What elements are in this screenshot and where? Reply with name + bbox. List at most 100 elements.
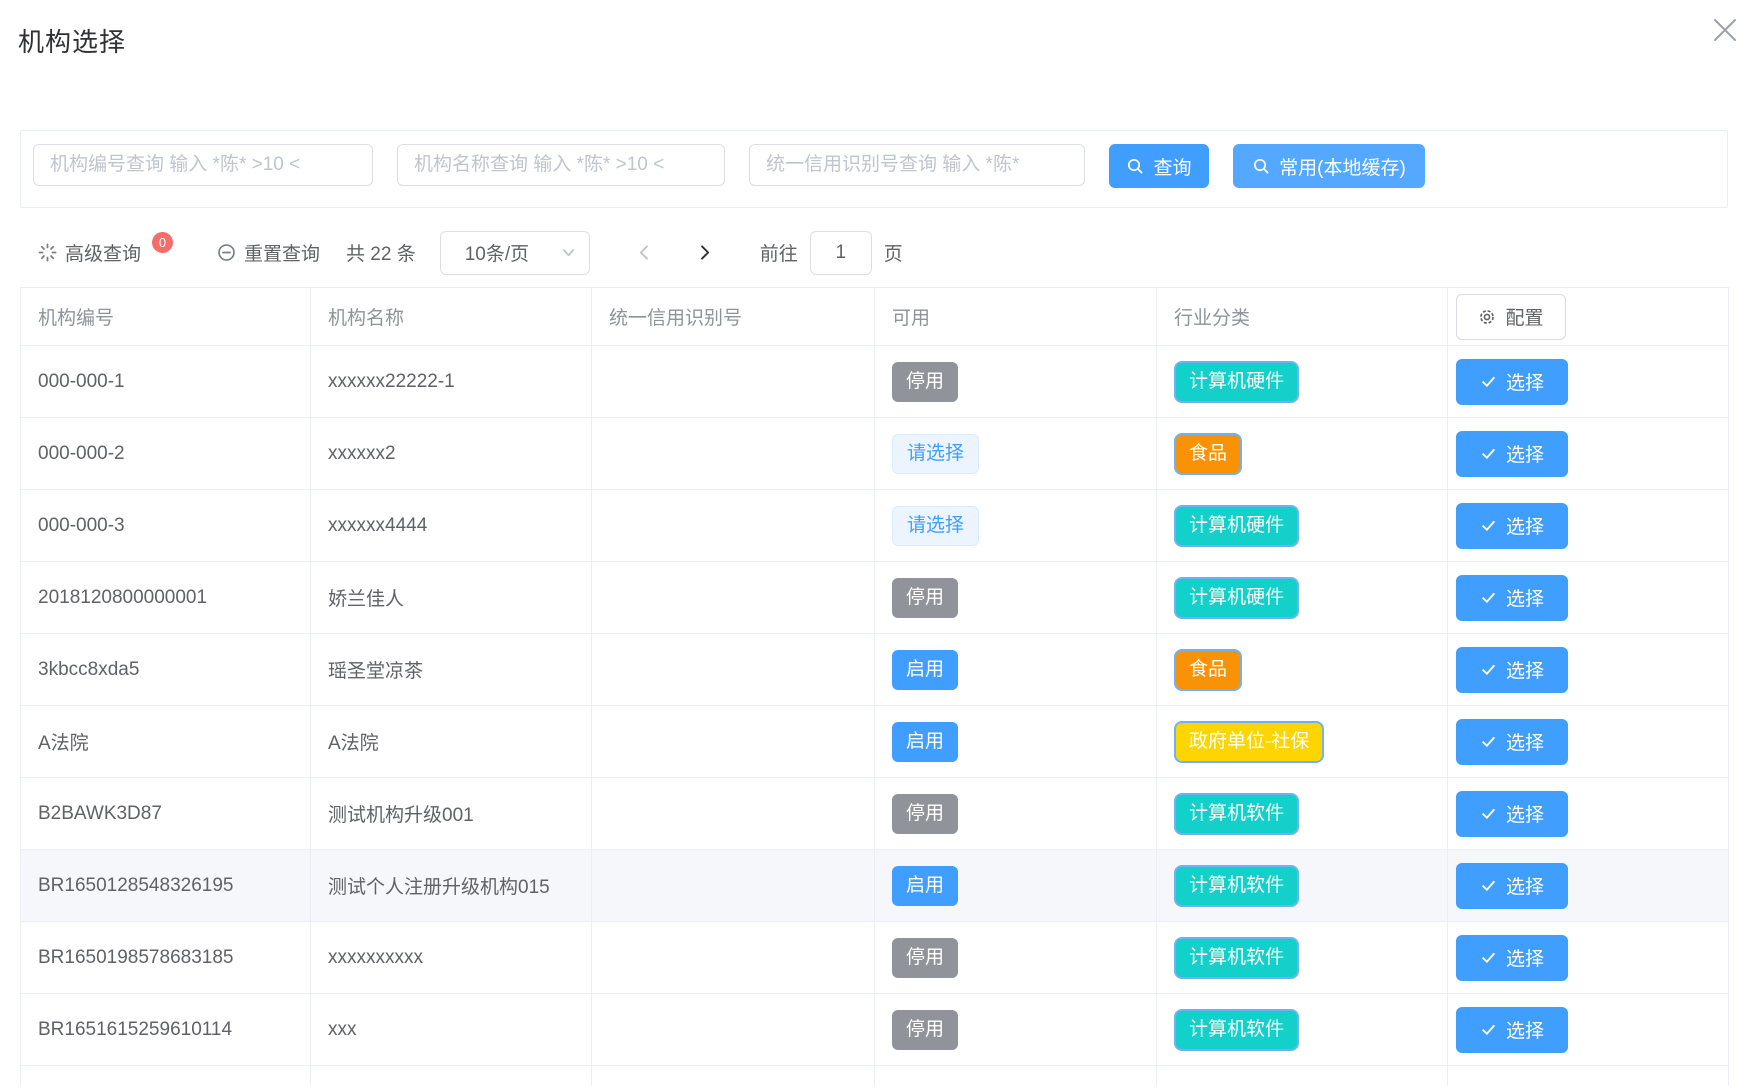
table-row: B2BAWK3D87 测试机构升级001 停用 计算机软件 选择 <box>21 778 1729 850</box>
goto-page-input[interactable] <box>810 231 872 275</box>
credit-id-cell <box>592 490 875 562</box>
industry-tag[interactable]: 计算机硬件 <box>1174 577 1299 619</box>
table-row: BR1651615259610114 xxx 停用 计算机软件 选择 <box>21 994 1729 1066</box>
select-button-label: 选择 <box>1506 368 1544 395</box>
table-row: 2018120800000001 娇兰佳人 停用 计算机硬件 选择 <box>21 562 1729 634</box>
table-row: BR1650198578683185 xxxxxxxxxx 停用 计算机软件 选… <box>21 922 1729 994</box>
org-name-cell: 娇兰佳人 <box>311 562 592 634</box>
org-name-cell: 测试个人注册升级机构015 <box>311 850 592 922</box>
credit-id-cell <box>592 922 875 994</box>
table-row: 000-000-3 xxxxxx4444 请选择 计算机硬件 选择 <box>21 490 1729 562</box>
credit-id-cell <box>592 346 875 418</box>
industry-tag[interactable]: 计算机软件 <box>1174 793 1299 835</box>
check-icon <box>1480 733 1497 750</box>
org-name-cell: xxxxxx2 <box>311 418 592 490</box>
credit-id-cell <box>592 994 875 1066</box>
chevron-left-icon <box>636 244 653 261</box>
page-size-value: 10条/页 <box>465 239 529 266</box>
table-header-row: 机构编号 机构名称 统一信用识别号 可用 行业分类 配置 <box>21 288 1729 346</box>
org-code-input[interactable] <box>33 144 373 186</box>
header-credit-id: 统一信用识别号 <box>592 288 875 346</box>
credit-id-cell <box>592 778 875 850</box>
select-button[interactable]: 选择 <box>1456 431 1568 477</box>
credit-id-cell <box>592 562 875 634</box>
status-badge[interactable]: 请选择 <box>892 434 979 474</box>
status-badge[interactable]: 启用 <box>892 650 958 690</box>
prev-page-button[interactable] <box>632 238 658 268</box>
org-name-cell: 瑶圣堂凉茶 <box>311 634 592 706</box>
org-name-cell: xxxxxx4444 <box>311 490 592 562</box>
industry-tag[interactable]: 计算机软件 <box>1174 1009 1299 1051</box>
header-org-name: 机构名称 <box>311 288 592 346</box>
status-badge[interactable]: 启用 <box>892 722 958 762</box>
header-industry: 行业分类 <box>1157 288 1448 346</box>
check-icon <box>1480 373 1497 390</box>
search-icon <box>1126 157 1144 175</box>
reset-query-label: 重置查询 <box>244 239 320 266</box>
loading-icon <box>38 243 57 262</box>
header-org-code: 机构编号 <box>21 288 311 346</box>
credit-id-cell <box>592 706 875 778</box>
select-button-label: 选择 <box>1506 728 1544 755</box>
close-button[interactable] <box>1707 12 1743 48</box>
select-button[interactable]: 选择 <box>1456 503 1568 549</box>
org-code-cell: BR1650198578683185 <box>21 922 311 994</box>
status-badge[interactable]: 停用 <box>892 362 958 402</box>
advanced-query-button[interactable]: 高级查询 0 <box>38 239 173 266</box>
check-icon <box>1480 445 1497 462</box>
credit-id-cell <box>592 634 875 706</box>
check-icon <box>1480 1021 1497 1038</box>
industry-tag[interactable]: 食品 <box>1174 433 1242 475</box>
select-button[interactable]: 选择 <box>1456 719 1568 765</box>
config-button[interactable]: 配置 <box>1456 294 1566 340</box>
select-button-label: 选择 <box>1506 944 1544 971</box>
check-icon <box>1480 517 1497 534</box>
status-badge[interactable]: 请选择 <box>892 506 979 546</box>
industry-tag[interactable]: 政府单位-社保 <box>1174 721 1324 763</box>
select-button[interactable]: 选择 <box>1456 863 1568 909</box>
status-badge[interactable]: 停用 <box>892 794 958 834</box>
page-size-select[interactable]: 10条/页 <box>440 231 590 275</box>
org-code-cell: A法院 <box>21 706 311 778</box>
credit-id-input[interactable] <box>749 144 1085 186</box>
select-button[interactable]: 选择 <box>1456 791 1568 837</box>
status-badge[interactable]: 停用 <box>892 1010 958 1050</box>
common-cache-button[interactable]: 常用(本地缓存) <box>1233 144 1425 188</box>
select-button-label: 选择 <box>1506 656 1544 683</box>
chevron-down-icon <box>561 245 576 260</box>
advanced-query-label: 高级查询 <box>65 239 141 266</box>
status-badge[interactable]: 停用 <box>892 938 958 978</box>
org-name-cell: A法院 <box>311 706 592 778</box>
credit-id-cell <box>592 850 875 922</box>
select-button[interactable]: 选择 <box>1456 1007 1568 1053</box>
circle-minus-icon <box>217 243 236 262</box>
select-button[interactable]: 选择 <box>1456 359 1568 405</box>
industry-tag[interactable]: 计算机软件 <box>1174 865 1299 907</box>
reset-query-button[interactable]: 重置查询 <box>217 239 320 266</box>
header-available: 可用 <box>875 288 1157 346</box>
industry-tag[interactable]: 计算机硬件 <box>1174 505 1299 547</box>
org-code-cell: 000-000-1 <box>21 346 311 418</box>
status-badge[interactable]: 停用 <box>892 578 958 618</box>
goto-page-suffix: 页 <box>884 239 903 266</box>
goto-page-prefix: 前往 <box>760 239 798 266</box>
credit-id-cell <box>592 418 875 490</box>
select-button[interactable]: 选择 <box>1456 575 1568 621</box>
table-row: A法院 A法院 启用 政府单位-社保 选择 <box>21 706 1729 778</box>
select-button[interactable]: 选择 <box>1456 647 1568 693</box>
industry-tag[interactable]: 计算机硬件 <box>1174 361 1299 403</box>
org-code-cell: BR1651615259610114 <box>21 994 311 1066</box>
table-row: 3kbcc8xda5 瑶圣堂凉茶 启用 食品 选择 <box>21 634 1729 706</box>
org-code-cell: BR1650128548326195 <box>21 850 311 922</box>
industry-tag[interactable]: 计算机软件 <box>1174 937 1299 979</box>
status-badge[interactable]: 启用 <box>892 866 958 906</box>
industry-tag[interactable]: 食品 <box>1174 649 1242 691</box>
next-page-button[interactable] <box>692 238 718 268</box>
org-code-cell: 000-000-3 <box>21 490 311 562</box>
select-button-label: 选择 <box>1506 872 1544 899</box>
org-name-input[interactable] <box>397 144 725 186</box>
check-icon <box>1480 661 1497 678</box>
query-button[interactable]: 查询 <box>1109 144 1209 188</box>
org-name-cell: xxx <box>311 994 592 1066</box>
select-button[interactable]: 选择 <box>1456 935 1568 981</box>
